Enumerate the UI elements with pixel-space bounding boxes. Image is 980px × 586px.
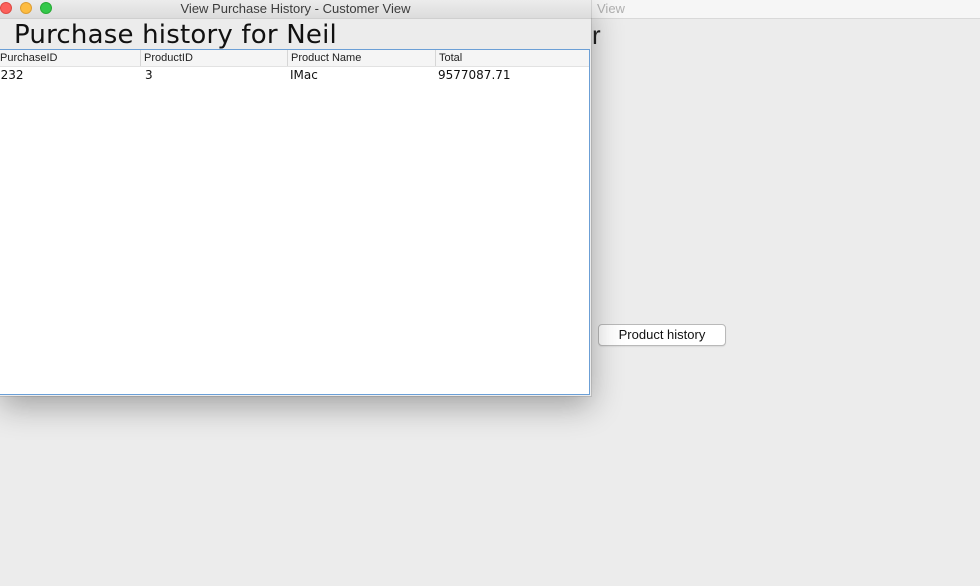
cell-purchaseid: 1232	[0, 68, 24, 82]
window-titlebar[interactable]: View Purchase History - Customer View	[0, 0, 591, 19]
cell-productid: 3	[145, 68, 153, 82]
window-title: View Purchase History - Customer View	[180, 1, 411, 16]
column-header-productid[interactable]: ProductID	[141, 50, 288, 66]
purchase-history-window: View Purchase History - Customer View Pu…	[0, 0, 591, 396]
cell-total: 9577087.71	[438, 68, 511, 82]
column-header-product-name[interactable]: Product Name	[288, 50, 436, 66]
product-history-button[interactable]: Product history	[598, 324, 726, 346]
background-window-title: View	[597, 1, 625, 16]
page-title: Purchase history for Neil	[14, 20, 337, 50]
table-row[interactable]: 1232 3 IMac 9577087.71	[0, 67, 589, 84]
background-window-heading: r	[592, 20, 601, 50]
table-header: PurchaseID ProductID Product Name Total	[0, 50, 589, 67]
purchase-history-table[interactable]: PurchaseID ProductID Product Name Total …	[0, 49, 590, 395]
background-window-titlebar[interactable]	[590, 0, 980, 19]
column-header-purchaseid[interactable]: PurchaseID	[0, 50, 141, 66]
cell-product-name: IMac	[290, 68, 318, 82]
column-header-total[interactable]: Total	[436, 50, 589, 66]
